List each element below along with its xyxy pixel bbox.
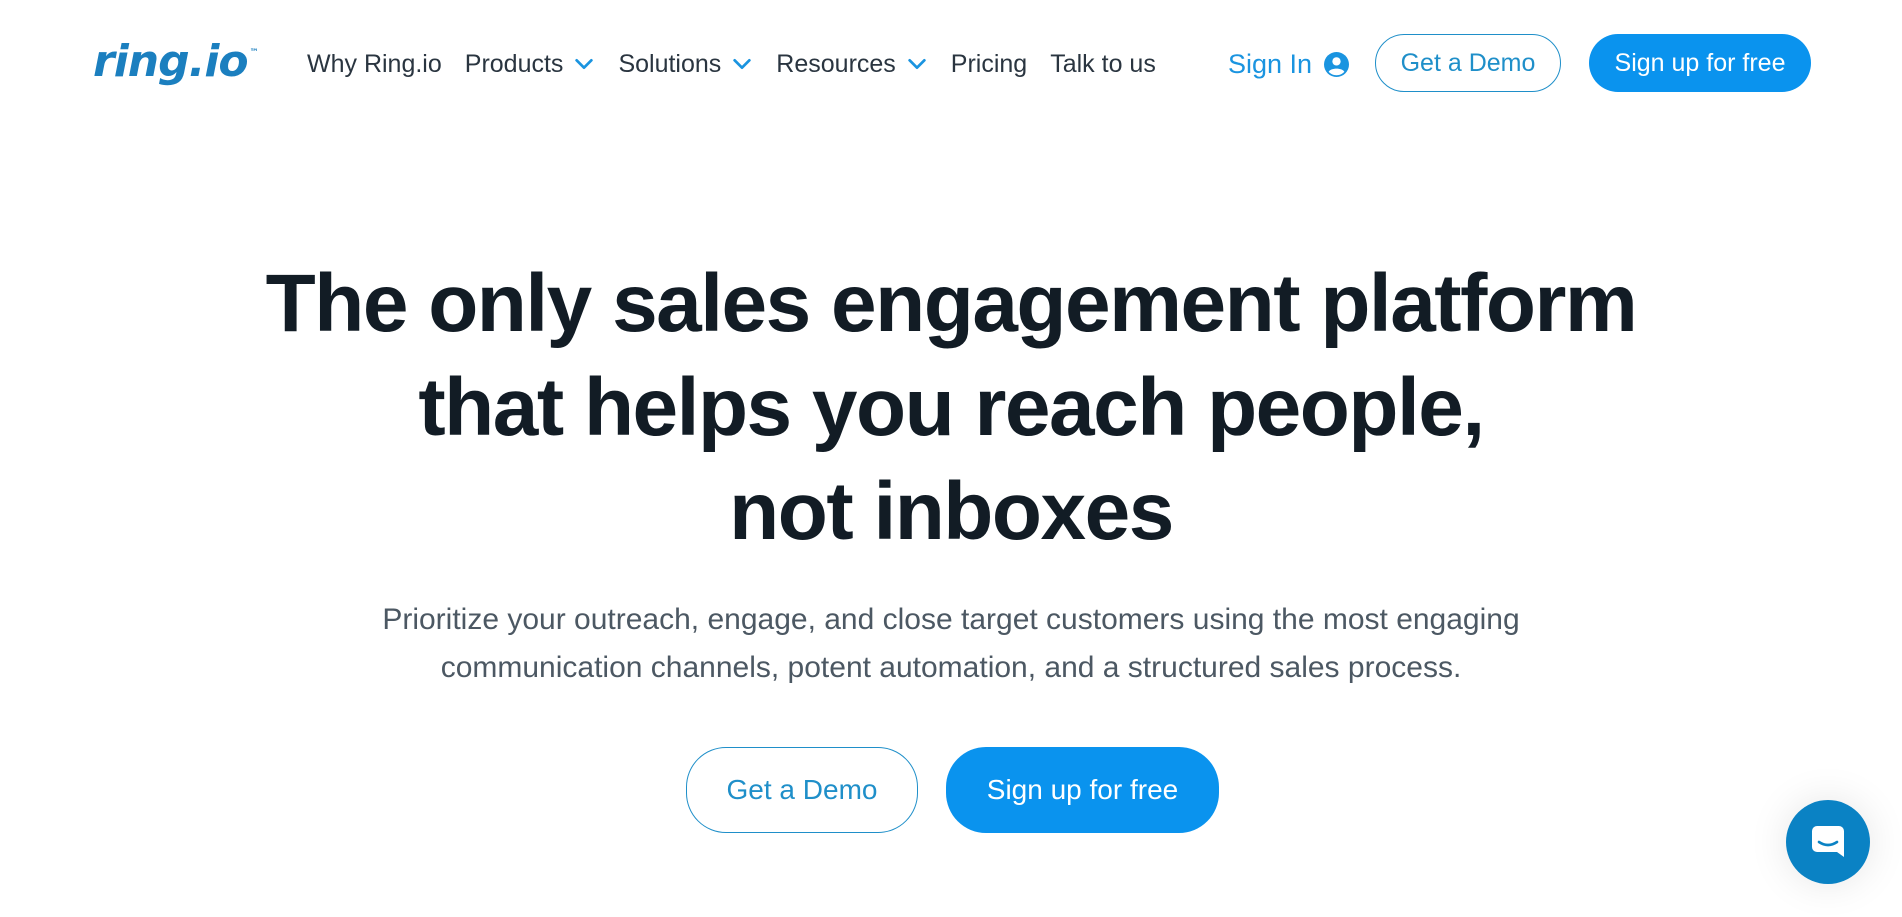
nav-item-label: Talk to us [1050,49,1156,78]
chat-launcher-button[interactable] [1786,800,1870,884]
nav-item-label: Pricing [950,49,1028,78]
nav-item-products[interactable]: Products [465,50,596,79]
hero-subtitle-line: communication channels, potent automatio… [440,651,1462,684]
nav-item-why-ringio[interactable]: Why Ring.io [307,50,442,79]
trademark-mark: ™ [249,48,259,58]
chevron-down-icon [908,58,926,70]
chevron-down-icon [575,58,594,70]
hero-title: The only sales engagement platform that … [0,252,1902,564]
nav-item-talk-to-us[interactable]: Talk to us [1050,50,1156,79]
chevron-down-icon [733,58,752,70]
ringio-logo[interactable]: ring.io ™ [93,34,259,90]
site-header: ring.io ™ Why Ring.io Products Solutions … [0,0,1902,128]
nav-item-solutions[interactable]: Solutions [618,50,753,79]
nav-item-label: Resources [776,49,896,78]
hero-title-line: not inboxes [729,466,1174,557]
hero-get-demo-button[interactable]: Get a Demo [686,747,918,833]
header-get-demo-button[interactable]: Get a Demo [1375,34,1561,92]
hero-sign-up-button[interactable]: Sign up for free [946,747,1219,833]
nav-item-label: Why Ring.io [307,49,442,78]
sign-in-link[interactable]: Sign In [1228,44,1350,84]
user-circle-icon [1324,51,1350,77]
nav-item-label: Solutions [618,49,722,78]
hero-title-line: that helps you reach people, [418,362,1485,453]
sign-in-label: Sign In [1228,48,1313,79]
hero-title-line: The only sales engagement platform [265,258,1638,349]
nav-item-pricing[interactable]: Pricing [951,50,1027,79]
header-sign-up-button[interactable]: Sign up for free [1589,34,1811,92]
nav-item-resources[interactable]: Resources [776,50,928,79]
chat-bubble-icon [1812,826,1844,857]
hero-subtitle-line: Prioritize your outreach, engage, and cl… [382,603,1520,636]
nav-item-label: Products [464,49,564,78]
main-nav: Why Ring.io Products Solutions Resources… [307,44,1179,84]
logo-text: ring.io [93,36,249,87]
hero-subtitle: Prioritize your outreach, engage, and cl… [0,596,1902,692]
